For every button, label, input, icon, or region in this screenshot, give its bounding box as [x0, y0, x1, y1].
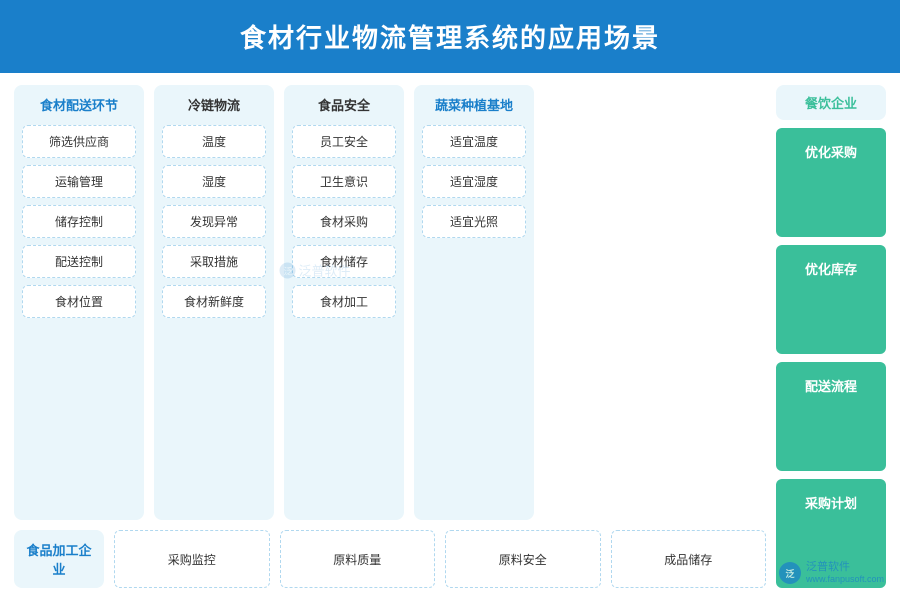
- list-item: 员工安全: [292, 125, 396, 158]
- list-item: 温度: [162, 125, 266, 158]
- list-item: 食材采购: [292, 205, 396, 238]
- col-food-safety: 食品安全 员工安全 卫生意识 食材采购 食材储存 食材加工: [284, 85, 404, 520]
- list-item: 适宜光照: [422, 205, 526, 238]
- col-food-delivery: 食材配送环节 筛选供应商 运输管理 储存控制 配送控制 食材位置: [14, 85, 144, 520]
- col-food-delivery-title: 食材配送环节: [22, 95, 136, 118]
- list-item: 食材加工: [292, 285, 396, 318]
- optimize-inventory-button[interactable]: 优化库存: [776, 245, 886, 354]
- list-item: 食材储存: [292, 245, 396, 278]
- col-veggie-base: 蔬菜种植基地 适宜温度 适宜湿度 适宜光照: [414, 85, 534, 520]
- list-item: 运输管理: [22, 165, 136, 198]
- list-item: 原料质量: [280, 530, 436, 588]
- delivery-process-button[interactable]: 配送流程: [776, 362, 886, 471]
- list-item: 采取措施: [162, 245, 266, 278]
- list-item: 适宜湿度: [422, 165, 526, 198]
- list-item: 采购监控: [114, 530, 270, 588]
- list-item: 适宜温度: [422, 125, 526, 158]
- list-item: 配送控制: [22, 245, 136, 278]
- list-item: 原料安全: [445, 530, 601, 588]
- right-col: 餐饮企业 优化采购 优化库存 配送流程 采购计划: [776, 85, 886, 588]
- list-item: 筛选供应商: [22, 125, 136, 158]
- right-col-title: 餐饮企业: [776, 85, 886, 120]
- col-cold-chain-title: 冷链物流: [162, 95, 266, 118]
- top-section: 食材配送环节 筛选供应商 运输管理 储存控制 配送控制 食材位置 冷链物流 温度…: [14, 85, 766, 520]
- list-item: 食材位置: [22, 285, 136, 318]
- main-content: 食材配送环节 筛选供应商 运输管理 储存控制 配送控制 食材位置 冷链物流 温度…: [0, 73, 900, 600]
- bottom-section: 食品加工企业 采购监控 原料质量 原料安全 成品储存: [14, 530, 766, 588]
- watermark-url: www.fanpusoft.com: [806, 574, 884, 586]
- list-item: 发现异常: [162, 205, 266, 238]
- list-item: 卫生意识: [292, 165, 396, 198]
- list-item: 储存控制: [22, 205, 136, 238]
- left-area: 食材配送环节 筛选供应商 运输管理 储存控制 配送控制 食材位置 冷链物流 温度…: [14, 85, 766, 588]
- bottom-label: 食品加工企业: [14, 530, 104, 588]
- optimize-purchase-button[interactable]: 优化采购: [776, 128, 886, 237]
- watermark-icon: 泛: [779, 562, 801, 584]
- watermark-brand: 泛普软件: [806, 560, 884, 574]
- page-title: 食材行业物流管理系统的应用场景: [0, 0, 900, 73]
- col-food-safety-title: 食品安全: [292, 95, 396, 118]
- bottom-label-text: 食品加工企业: [22, 540, 96, 578]
- watermark-text: 泛普软件 www.fanpusoft.com: [806, 560, 884, 586]
- list-item: 湿度: [162, 165, 266, 198]
- col-veggie-base-title: 蔬菜种植基地: [422, 95, 526, 118]
- list-item: 食材新鲜度: [162, 285, 266, 318]
- col-cold-chain: 冷链物流 温度 湿度 发现异常 采取措施 食材新鲜度: [154, 85, 274, 520]
- watermark: 泛 泛普软件 www.fanpusoft.com: [779, 560, 884, 586]
- list-item: 成品储存: [611, 530, 767, 588]
